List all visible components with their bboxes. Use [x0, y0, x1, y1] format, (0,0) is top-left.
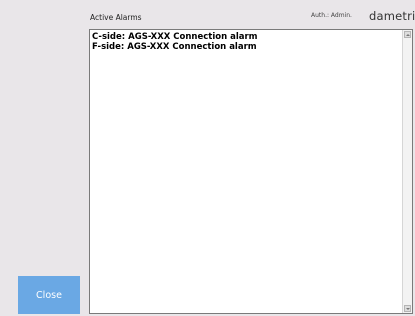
- brand-logo-text: dametric: [369, 9, 415, 23]
- close-button[interactable]: Close: [18, 276, 80, 314]
- alarm-item[interactable]: C-side: AGS-XXX Connection alarm: [92, 32, 400, 42]
- scroll-up-button[interactable]: [404, 31, 411, 38]
- scroll-down-button[interactable]: [404, 305, 411, 312]
- brand-logo: dametric: [369, 9, 415, 23]
- active-alarms-screen: Active Alarms Auth.: Admin. dametric C-s…: [0, 0, 415, 316]
- page-title: Active Alarms: [90, 13, 142, 22]
- alarm-item[interactable]: F-side: AGS-XXX Connection alarm: [92, 42, 400, 52]
- alarm-list[interactable]: C-side: AGS-XXX Connection alarm F-side:…: [89, 29, 413, 314]
- scroll-down-arrow-icon: [405, 307, 410, 310]
- auth-level-label: Auth.: Admin.: [311, 12, 352, 19]
- alarm-lines: C-side: AGS-XXX Connection alarm F-side:…: [92, 32, 400, 52]
- alarm-list-scrollbar[interactable]: [402, 30, 412, 313]
- scroll-up-arrow-icon: [405, 33, 410, 36]
